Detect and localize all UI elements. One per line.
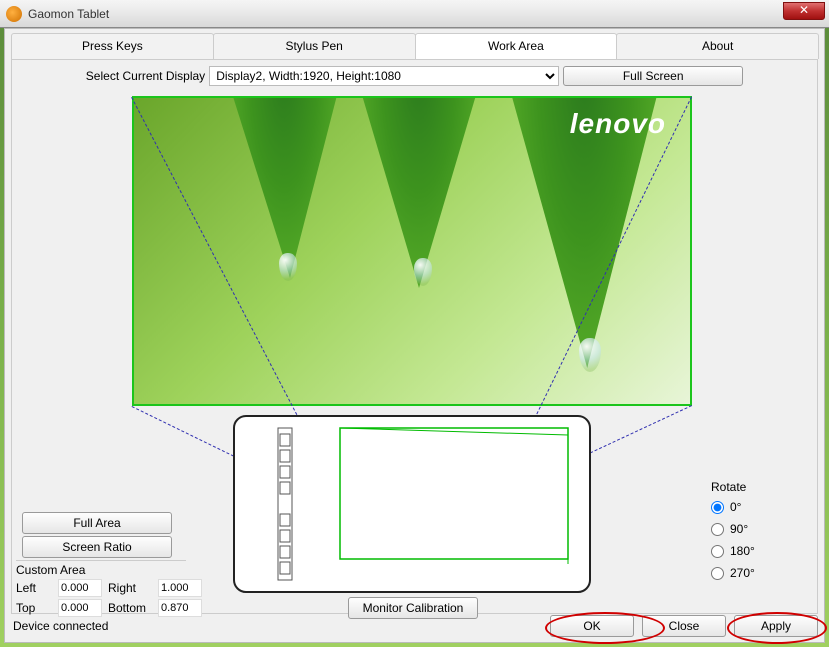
custom-left-label: Left — [16, 581, 54, 595]
display-row: Select Current Display Display2, Width:1… — [12, 60, 817, 92]
display-select[interactable]: Display2, Width:1920, Height:1080 — [209, 66, 559, 86]
work-area-panel: Select Current Display Display2, Width:1… — [11, 59, 818, 614]
full-screen-button[interactable]: Full Screen — [563, 66, 743, 86]
custom-area-title: Custom Area — [16, 560, 186, 577]
apply-button[interactable]: Apply — [734, 615, 818, 637]
custom-area-group: Custom Area Left Right Top Bottom — [16, 560, 186, 617]
rotate-option-270[interactable]: 270° — [711, 566, 807, 580]
rotate-radio-0[interactable] — [711, 501, 724, 514]
tab-stylus-pen[interactable]: Stylus Pen — [213, 33, 416, 59]
tab-work-area[interactable]: Work Area — [415, 33, 618, 59]
screen-ratio-button[interactable]: Screen Ratio — [22, 536, 172, 558]
custom-bottom-label: Bottom — [108, 601, 154, 615]
full-area-button[interactable]: Full Area — [22, 512, 172, 534]
status-text: Device connected — [11, 619, 108, 633]
tablet-outline[interactable] — [232, 414, 592, 594]
wallpaper-waterdrop — [279, 253, 297, 281]
rotate-radio-180[interactable] — [711, 545, 724, 558]
tab-press-keys[interactable]: Press Keys — [11, 33, 214, 59]
window-title: Gaomon Tablet — [28, 7, 109, 21]
rotate-radio-90[interactable] — [711, 523, 724, 536]
display-label: Select Current Display — [86, 69, 205, 83]
close-button[interactable]: Close — [642, 615, 726, 637]
close-icon: ✕ — [799, 3, 809, 17]
custom-left-input[interactable] — [58, 579, 102, 597]
custom-top-label: Top — [16, 601, 54, 615]
bottom-bar: Device connected OK Close Apply — [11, 614, 818, 638]
custom-right-input[interactable] — [158, 579, 202, 597]
wallpaper-waterdrop — [579, 338, 601, 372]
client-area: Press Keys Stylus Pen Work Area About Se… — [4, 28, 825, 643]
rotate-radio-270[interactable] — [711, 567, 724, 580]
custom-right-label: Right — [108, 581, 154, 595]
ok-button[interactable]: OK — [550, 615, 634, 637]
rotate-title: Rotate — [711, 480, 807, 494]
window-close-button[interactable]: ✕ — [783, 2, 825, 20]
rotate-group: Rotate 0° 90° 180° 270° — [711, 480, 807, 588]
wallpaper-waterdrop — [414, 258, 432, 286]
screen-preview[interactable]: lenovo — [132, 96, 692, 406]
wallpaper-leaf — [224, 96, 344, 278]
brand-logo: lenovo — [570, 108, 666, 140]
app-icon — [6, 6, 22, 22]
titlebar: Gaomon Tablet ✕ — [0, 0, 829, 28]
rotate-option-90[interactable]: 90° — [711, 522, 807, 536]
rotate-option-0[interactable]: 0° — [711, 500, 807, 514]
tab-about[interactable]: About — [616, 33, 819, 59]
rotate-option-180[interactable]: 180° — [711, 544, 807, 558]
tab-bar: Press Keys Stylus Pen Work Area About — [11, 33, 818, 59]
